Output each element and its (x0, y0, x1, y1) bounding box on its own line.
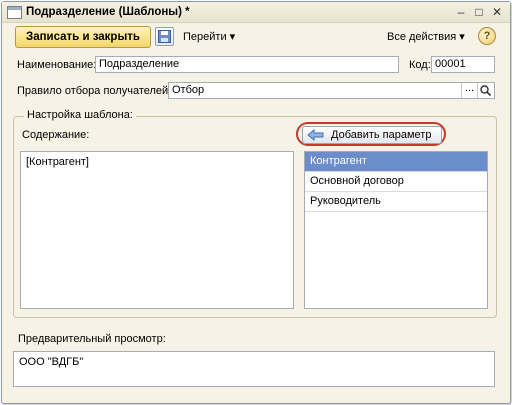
save-close-button[interactable]: Записать и закрыть (15, 26, 151, 48)
title-bar[interactable]: Подразделение (Шаблоны) * – □ ✕ (2, 2, 510, 23)
content-text: [Контрагент] (26, 156, 89, 168)
list-item[interactable]: Руководитель (305, 192, 487, 212)
rule-field[interactable]: Отбор ... (168, 82, 495, 99)
toolbar: Записать и закрыть Перейти ▾ Все действи… (2, 23, 510, 51)
code-label: Код: (409, 59, 431, 71)
add-parameter-button[interactable]: Добавить параметр (302, 126, 442, 144)
name-field[interactable]: Подразделение (95, 56, 399, 73)
rule-value: Отбор (172, 84, 205, 96)
search-icon[interactable] (477, 83, 494, 98)
window-title: Подразделение (Шаблоны) * (26, 6, 190, 18)
window-icon (7, 6, 22, 19)
arrow-left-icon (307, 129, 324, 141)
list-item[interactable]: Основной договор (305, 172, 487, 192)
select-dots-button[interactable]: ... (461, 83, 477, 98)
add-parameter-label: Добавить параметр (331, 129, 432, 141)
save-icon[interactable] (155, 27, 174, 46)
close-icon[interactable]: ✕ (490, 5, 504, 19)
code-field[interactable]: 00001 (431, 56, 495, 73)
minimize-icon[interactable]: – (454, 5, 468, 19)
all-actions-menu[interactable]: Все действия ▾ (387, 30, 465, 43)
parameters-list: Контрагент Основной договор Руководитель (304, 151, 488, 309)
maximize-icon[interactable]: □ (472, 5, 486, 19)
preview-label: Предварительный просмотр: (18, 333, 166, 345)
help-icon[interactable]: ? (478, 27, 496, 45)
preview-text: ООО "ВДГБ" (19, 356, 84, 368)
rule-label: Правило отбора получателей: (17, 85, 172, 97)
goto-menu[interactable]: Перейти ▾ (183, 30, 235, 43)
content-label: Содержание: (22, 129, 90, 141)
name-label: Наименование: (17, 59, 97, 71)
content-editor[interactable]: [Контрагент] (20, 151, 294, 309)
preview-field: ООО "ВДГБ" (13, 351, 495, 387)
list-item[interactable]: Контрагент (305, 152, 487, 172)
template-settings-caption: Настройка шаблона: (24, 109, 136, 121)
